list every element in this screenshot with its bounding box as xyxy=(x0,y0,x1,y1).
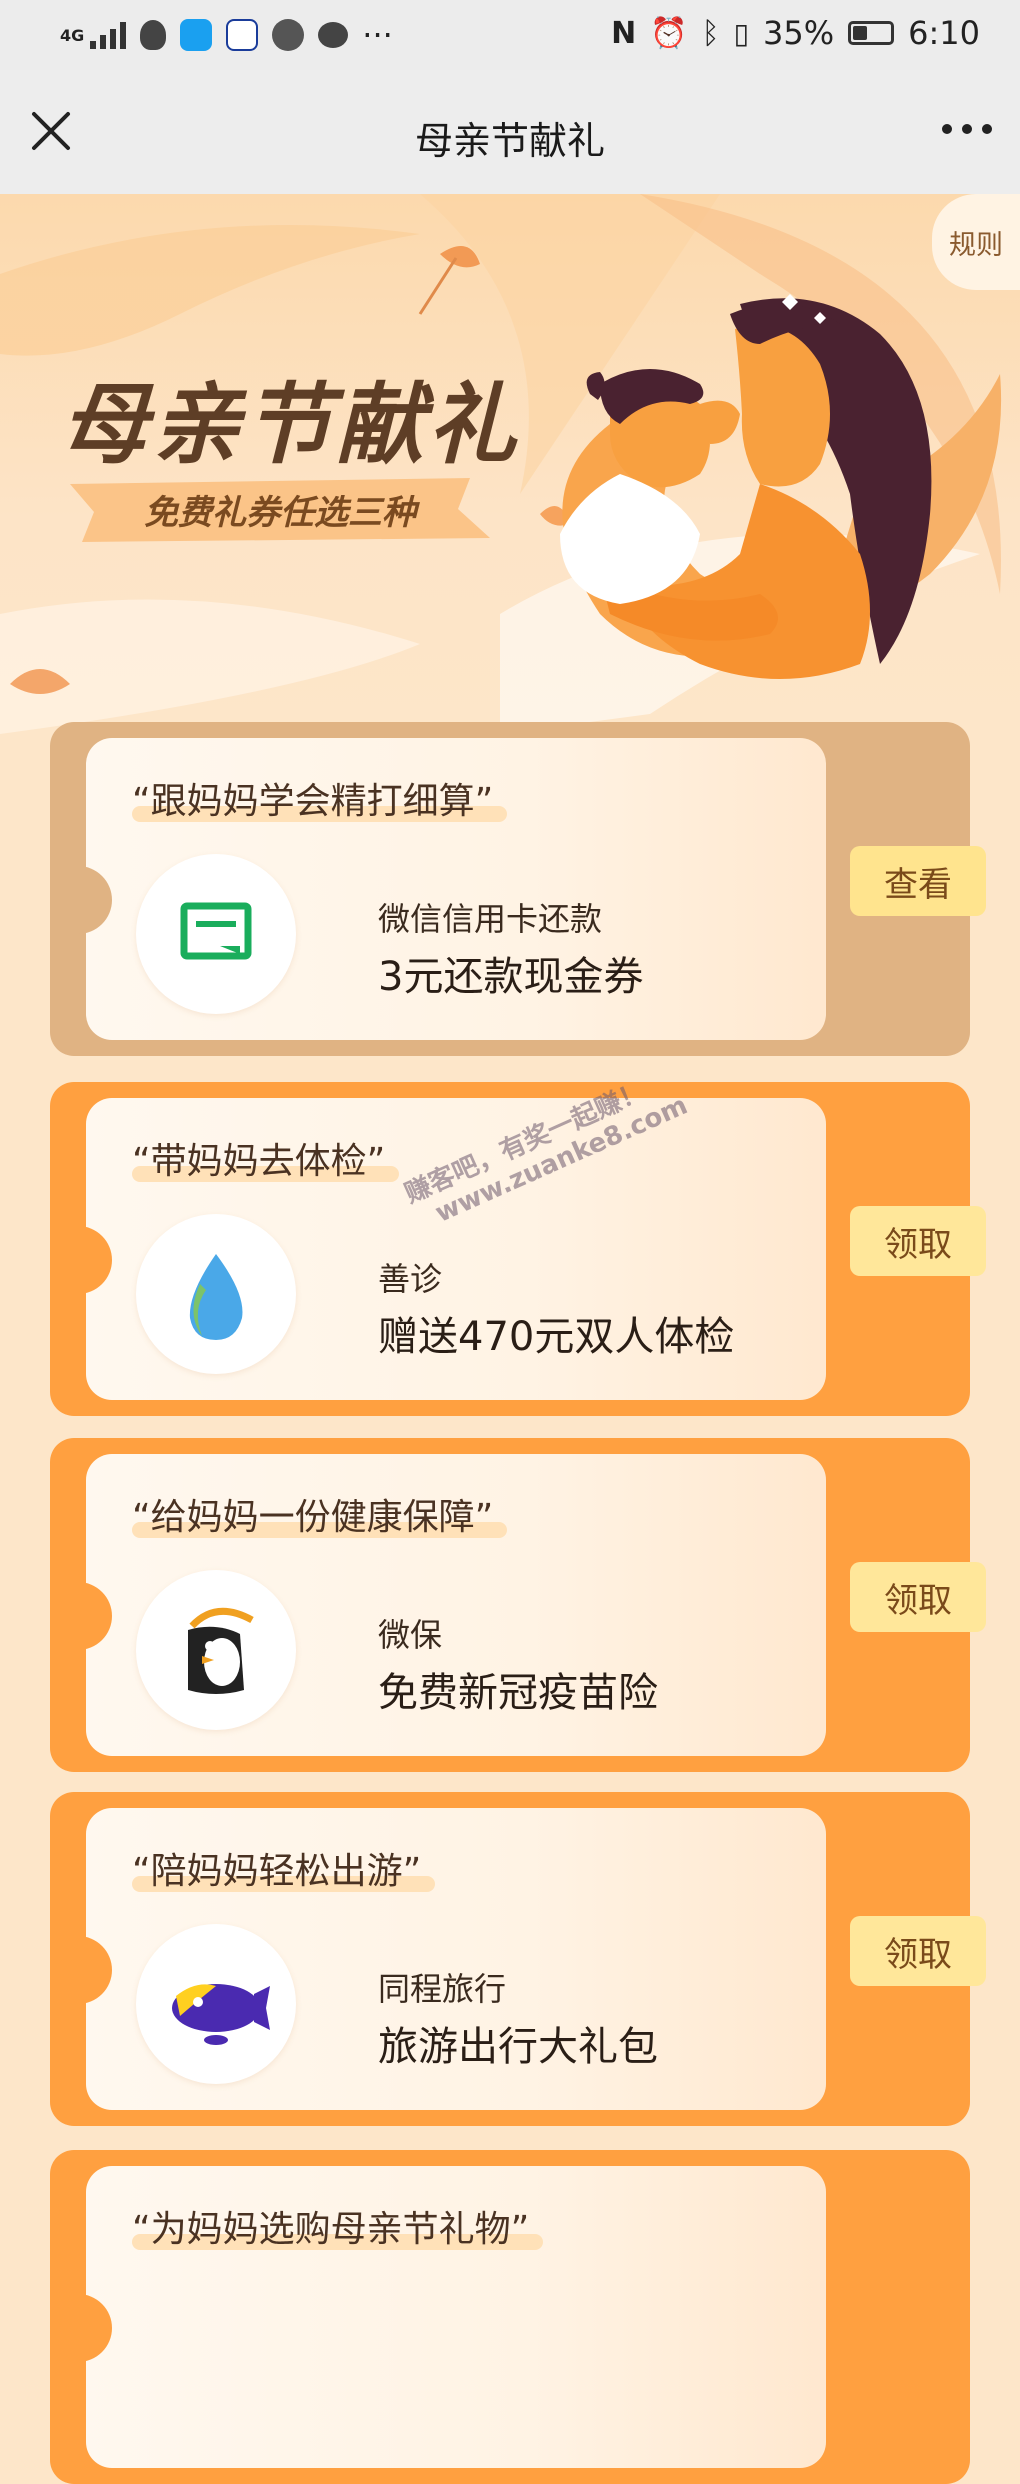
chat-bubble-icon xyxy=(318,22,349,48)
coupon-quote: “陪妈妈轻松出游” xyxy=(132,1851,422,1892)
clock: 6:10 xyxy=(908,14,980,52)
coupon-quote: “带妈妈去体检” xyxy=(132,1141,386,1182)
coupon-quote: “跟妈妈学会精打细算” xyxy=(132,781,494,822)
claim-button[interactable]: 领取 xyxy=(850,1916,986,1986)
coupon-card: “给妈妈一份健康保障” 微保免费新冠疫苗险 领取 xyxy=(50,1438,986,1772)
battery-icon xyxy=(848,21,895,45)
status-right: N ⏰ ᛒ ▯ 35% 6:10 xyxy=(611,14,980,52)
news-app-icon xyxy=(226,19,259,51)
nfc-icon: N xyxy=(611,15,637,51)
network-type: 4G xyxy=(60,25,85,45)
status-left: 4G ··· xyxy=(60,16,393,54)
more-menu-button[interactable] xyxy=(942,124,992,134)
coupon-quote: “为妈妈选购母亲节礼物” xyxy=(132,2209,530,2250)
nav-bar: 母亲节献礼 xyxy=(0,70,1020,194)
brand-name: 善诊 xyxy=(378,1260,443,1298)
hand-app-icon xyxy=(272,19,305,51)
vibrate-icon: ▯ xyxy=(733,16,750,50)
claim-button[interactable]: 领取 xyxy=(850,1562,986,1632)
more-dot-icon xyxy=(942,124,952,134)
coupon-ticket: “带妈妈去体检” 善诊赠送470元双人体检 xyxy=(86,1098,826,1400)
coupon-card: “陪妈妈轻松出游” 同程旅行旅游出行大礼包 领取 xyxy=(50,1792,986,2126)
offer-text: 3元还款现金券 xyxy=(378,954,644,1000)
bluetooth-icon: ᛒ xyxy=(701,15,720,51)
offer-text: 免费新冠疫苗险 xyxy=(378,1670,658,1716)
hero-banner: 规则 母亲节献礼 免费礼券任选三种 xyxy=(0,194,1020,734)
offer-text: 赠送470元双人体检 xyxy=(378,1314,735,1360)
alarm-icon: ⏰ xyxy=(650,15,688,51)
offer-text: 旅游出行大礼包 xyxy=(378,2024,658,2070)
view-button[interactable]: 查看 xyxy=(850,846,986,916)
coupon-quote-wrap: “跟妈妈学会精打细算” xyxy=(132,772,508,824)
battery-percent: 35% xyxy=(763,14,835,52)
hero-subtitle: 免费礼券任选三种 xyxy=(144,492,416,533)
coupon-quote: “给妈妈一份健康保障” xyxy=(132,1497,494,1538)
coupon-ticket: “陪妈妈轻松出游” 同程旅行旅游出行大礼包 xyxy=(86,1808,826,2110)
more-notifications: ··· xyxy=(362,16,393,54)
brand-name: 同程旅行 xyxy=(378,1970,507,2008)
water-drop-icon xyxy=(189,1254,243,1340)
brand-logo xyxy=(136,1214,296,1374)
more-dot-icon xyxy=(962,124,972,134)
hero-subtitle-ribbon: 免费礼券任选三种 xyxy=(70,476,490,542)
brand-name: 微信信用卡还款 xyxy=(378,900,603,938)
coupon-ticket: “跟妈妈学会精打细算” 微信信用卡还款 3元还款现金券 xyxy=(86,738,826,1040)
coupon-ticket: “给妈妈一份健康保障” 微保免费新冠疫苗险 xyxy=(86,1454,826,1756)
brand-logo xyxy=(136,1924,296,2084)
coupon-card: “为妈妈选购母亲节礼物” xyxy=(50,2150,970,2484)
penguin-icon xyxy=(188,1607,254,1694)
hero-title: 母亲节献礼 xyxy=(60,373,521,476)
coupon-quote-wrap: “陪妈妈轻松出游” xyxy=(132,1842,436,1894)
claim-button[interactable]: 领取 xyxy=(850,1206,986,1276)
brand-logo xyxy=(136,1570,296,1730)
more-dot-icon xyxy=(982,124,992,134)
coupon-quote-wrap: “带妈妈去体检” xyxy=(132,1132,400,1184)
rules-button[interactable]: 规则 xyxy=(932,194,1020,290)
status-bar: 4G ··· N ⏰ ᛒ ▯ 35% 6:10 xyxy=(0,0,1020,70)
page-title: 母亲节献礼 xyxy=(414,119,605,163)
coupon-quote-wrap: “给妈妈一份健康保障” xyxy=(132,1488,508,1540)
brand-logo xyxy=(136,854,296,1014)
coupon-ticket: “为妈妈选购母亲节礼物” xyxy=(86,2166,826,2468)
coupon-card: “带妈妈去体检” 善诊赠送470元双人体检 领取 xyxy=(50,1082,986,1416)
coupon-card: “跟妈妈学会精打细算” 微信信用卡还款 3元还款现金券 查看 xyxy=(50,722,986,1056)
qq-icon xyxy=(140,20,167,50)
signal-icon xyxy=(90,21,127,49)
brand-name: 微保 xyxy=(378,1616,443,1654)
card-repay-icon xyxy=(180,902,252,960)
coupon-quote-wrap: “为妈妈选购母亲节礼物” xyxy=(132,2200,544,2252)
bulb-app-icon xyxy=(180,19,213,51)
airship-icon xyxy=(172,1984,270,2045)
